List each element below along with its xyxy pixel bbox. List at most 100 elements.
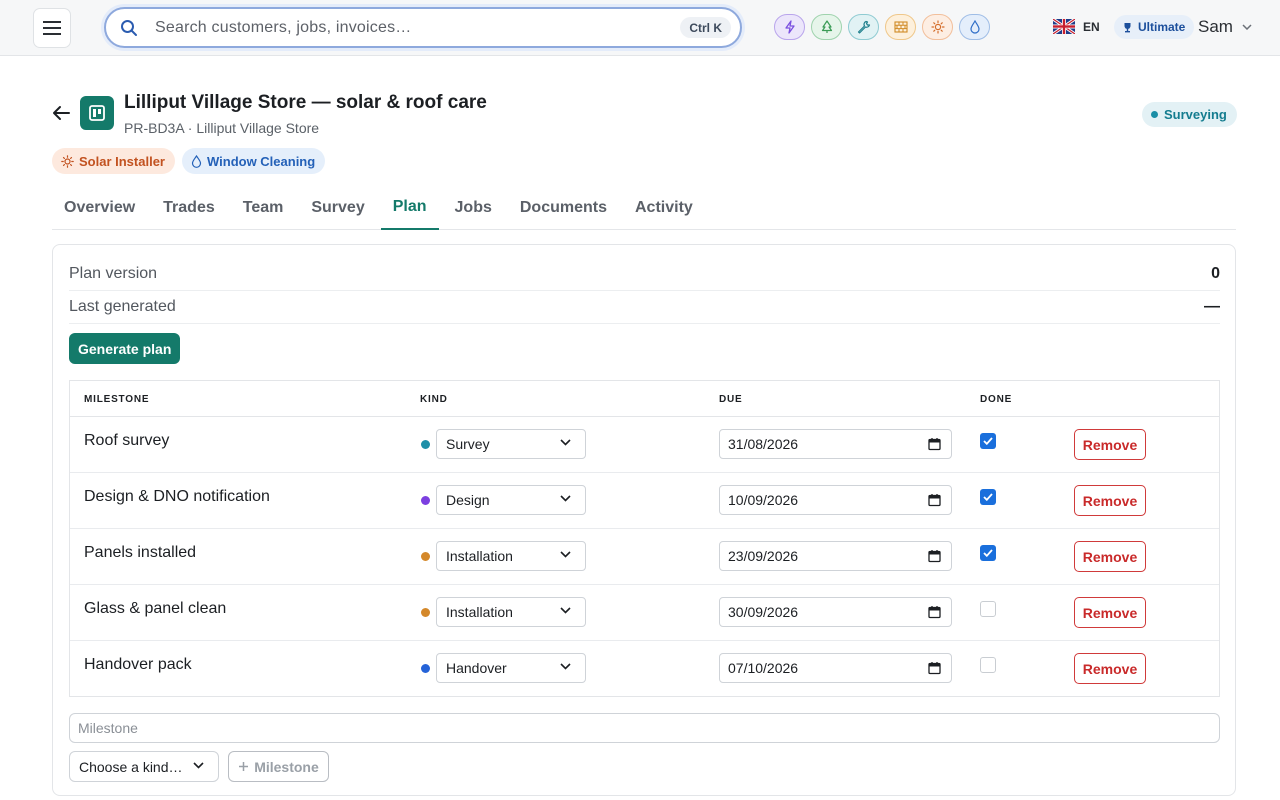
droplet-icon bbox=[191, 154, 202, 168]
tab-activity[interactable]: Activity bbox=[623, 186, 705, 229]
kind-select[interactable]: Design bbox=[436, 485, 586, 515]
kind-select[interactable]: Installation bbox=[436, 597, 586, 627]
calendar-icon[interactable] bbox=[928, 605, 941, 619]
column-header-kind: KIND bbox=[420, 394, 448, 405]
user-menu[interactable]: Sam bbox=[1198, 17, 1252, 37]
remove-milestone-button[interactable]: Remove bbox=[1074, 597, 1146, 628]
kind-value: Installation bbox=[446, 604, 513, 620]
trade-chip-solar[interactable]: Solar Installer bbox=[52, 148, 175, 174]
due-date-value: 30/09/2026 bbox=[728, 604, 799, 620]
trade-chip-window-cleaning[interactable]: Window Cleaning bbox=[181, 148, 326, 174]
plus-icon bbox=[239, 762, 249, 771]
app-droplet-button[interactable] bbox=[959, 14, 990, 40]
tab-trades[interactable]: Trades bbox=[151, 186, 227, 229]
due-date-input[interactable]: 30/09/2026 bbox=[719, 597, 952, 627]
done-checkbox[interactable] bbox=[980, 489, 996, 505]
menu-button[interactable] bbox=[33, 8, 71, 48]
new-milestone-kind-select[interactable]: Choose a kind… bbox=[69, 751, 219, 782]
calendar-icon[interactable] bbox=[928, 549, 941, 563]
calendar-icon[interactable] bbox=[928, 493, 941, 507]
calendar-icon[interactable] bbox=[928, 437, 941, 451]
plan-version-value: 0 bbox=[1211, 265, 1220, 282]
search-bar[interactable]: Search customers, jobs, invoices… Ctrl K bbox=[104, 7, 742, 48]
due-date-input[interactable]: 31/08/2026 bbox=[719, 429, 952, 459]
page-title: Lilliput Village Store — solar & roof ca… bbox=[124, 92, 487, 113]
tab-survey[interactable]: Survey bbox=[299, 186, 376, 229]
brick-icon bbox=[893, 21, 908, 33]
back-arrow-icon[interactable] bbox=[50, 102, 72, 124]
language-code: EN bbox=[1083, 19, 1100, 34]
chevron-down-icon bbox=[560, 663, 571, 670]
kind-color-dot bbox=[421, 552, 430, 561]
remove-milestone-button[interactable]: Remove bbox=[1074, 653, 1146, 684]
chevron-down-icon bbox=[560, 439, 571, 446]
due-date-value: 07/10/2026 bbox=[728, 660, 799, 676]
chevron-down-icon bbox=[1242, 24, 1252, 30]
search-icon bbox=[118, 17, 140, 39]
last-generated-value: — bbox=[1204, 298, 1220, 315]
done-checkbox[interactable] bbox=[980, 433, 996, 449]
calendar-icon[interactable] bbox=[928, 661, 941, 675]
app-sun-button[interactable] bbox=[922, 14, 953, 40]
tab-documents[interactable]: Documents bbox=[508, 186, 619, 229]
subscription-label: Ultimate bbox=[1138, 20, 1186, 34]
kind-color-dot bbox=[421, 608, 430, 617]
hamburger-icon bbox=[43, 21, 61, 35]
column-header-due: DUE bbox=[719, 394, 743, 405]
kind-value: Design bbox=[446, 492, 490, 508]
kind-select[interactable]: Handover bbox=[436, 653, 586, 683]
kind-value: Survey bbox=[446, 436, 490, 452]
add-milestone-label: Milestone bbox=[254, 758, 319, 775]
add-milestone-button[interactable]: Milestone bbox=[228, 751, 329, 782]
done-checkbox[interactable] bbox=[980, 545, 996, 561]
milestone-name: Handover pack bbox=[84, 656, 192, 673]
new-milestone-input[interactable]: Milestone bbox=[69, 713, 1220, 743]
trade-chip-label: Solar Installer bbox=[79, 153, 165, 169]
kind-select[interactable]: Installation bbox=[436, 541, 586, 571]
app-wrench-button[interactable] bbox=[848, 14, 879, 40]
checkmark-icon bbox=[983, 437, 993, 445]
kind-color-dot bbox=[421, 664, 430, 673]
kind-color-dot bbox=[421, 440, 430, 449]
milestone-name: Roof survey bbox=[84, 432, 170, 449]
kanban-icon bbox=[89, 105, 105, 121]
due-date-input[interactable]: 23/09/2026 bbox=[719, 541, 952, 571]
app-switcher bbox=[774, 14, 990, 40]
tab-jobs[interactable]: Jobs bbox=[443, 186, 504, 229]
table-row: Glass & panel clean Installation 30/09/2… bbox=[70, 585, 1219, 641]
kind-color-dot bbox=[421, 496, 430, 505]
sun-icon bbox=[930, 20, 945, 34]
chevron-down-icon bbox=[193, 762, 204, 769]
remove-milestone-button[interactable]: Remove bbox=[1074, 485, 1146, 516]
tab-plan[interactable]: Plan bbox=[380, 186, 439, 230]
due-date-value: 23/09/2026 bbox=[728, 548, 799, 564]
generate-plan-button[interactable]: Generate plan bbox=[69, 333, 181, 364]
kind-value: Handover bbox=[446, 660, 507, 676]
checkmark-icon bbox=[983, 549, 993, 557]
subscription-badge[interactable]: Ultimate bbox=[1114, 15, 1195, 39]
due-date-input[interactable]: 07/10/2026 bbox=[719, 653, 952, 683]
kind-select[interactable]: Survey bbox=[436, 429, 586, 459]
due-date-input[interactable]: 10/09/2026 bbox=[719, 485, 952, 515]
due-date-value: 10/09/2026 bbox=[728, 492, 799, 508]
project-tabs: Overview Trades Team Survey Plan Jobs Document… bbox=[52, 186, 1236, 230]
done-checkbox[interactable] bbox=[980, 601, 996, 617]
app-brick-button[interactable] bbox=[885, 14, 916, 40]
due-date-value: 31/08/2026 bbox=[728, 436, 799, 452]
trade-chip-label: Window Cleaning bbox=[206, 153, 316, 169]
language-selector[interactable]: EN bbox=[1053, 19, 1100, 34]
tree-icon bbox=[821, 20, 833, 34]
search-input[interactable]: Search customers, jobs, invoices… bbox=[155, 19, 411, 37]
remove-milestone-button[interactable]: Remove bbox=[1074, 429, 1146, 460]
app-tree-button[interactable] bbox=[811, 14, 842, 40]
remove-milestone-button[interactable]: Remove bbox=[1074, 541, 1146, 572]
last-generated-label: Last generated bbox=[69, 298, 176, 315]
sun-icon bbox=[61, 154, 74, 168]
tab-overview[interactable]: Overview bbox=[52, 186, 147, 229]
tab-team[interactable]: Team bbox=[231, 186, 296, 229]
app-bolt-button[interactable] bbox=[774, 14, 805, 40]
table-body: Roof survey Survey 31/08/2026 Remove Des… bbox=[70, 417, 1219, 697]
done-checkbox[interactable] bbox=[980, 657, 996, 673]
table-header: MILESTONE KIND DUE DONE bbox=[70, 381, 1219, 417]
uk-flag-icon bbox=[1053, 19, 1075, 34]
